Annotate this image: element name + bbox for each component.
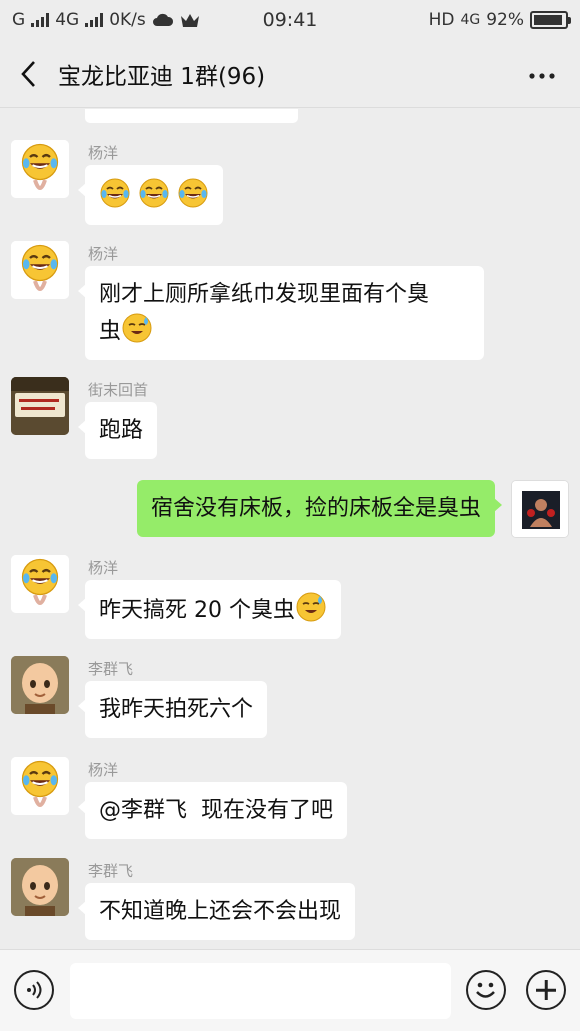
sweat-emoji-icon bbox=[295, 591, 327, 623]
message-text: 刚才上厕所拿纸巾发现里面有个臭 bbox=[99, 282, 430, 307]
message-text: 跑路 bbox=[99, 418, 144, 443]
voice-icon bbox=[27, 981, 42, 999]
my-message-bubble[interactable]: 宿舍没有床板，捡的床板全是臭虫 bbox=[136, 480, 503, 537]
message-bubble[interactable]: 刚才上厕所拿纸巾发现里面有个臭 虫 bbox=[78, 266, 484, 360]
chat-header: 宝龙比亚迪 1群(96) bbox=[0, 40, 580, 108]
laugh-cry-emoji-icon bbox=[99, 177, 131, 209]
more-dots-icon bbox=[529, 73, 555, 79]
sender-name: 杨洋 bbox=[88, 245, 119, 263]
clipped-bubble bbox=[85, 109, 298, 123]
smiley-icon bbox=[476, 982, 495, 998]
message-bubble[interactable]: @李群飞 现在没有了吧 bbox=[78, 782, 347, 839]
message-bubble[interactable]: 我昨天拍死六个 bbox=[77, 681, 268, 738]
message-text: 不知道晚上还会不会出现 bbox=[99, 899, 342, 924]
avatar[interactable] bbox=[11, 241, 69, 299]
avatar[interactable] bbox=[11, 140, 69, 198]
voice-button[interactable] bbox=[14, 970, 54, 1010]
message-list[interactable]: 杨洋 杨洋 刚才上厕所拿纸巾发现里面有个臭 虫 街末回首 跑路 宿舍没有床板，捡… bbox=[0, 109, 580, 949]
crown-icon bbox=[180, 13, 199, 27]
avatar[interactable] bbox=[11, 656, 69, 714]
input-bar bbox=[0, 949, 580, 1031]
network-label-2: 4G bbox=[460, 12, 481, 28]
plus-button[interactable] bbox=[526, 970, 566, 1010]
message-bubble[interactable]: 不知道晚上还会不会出现 bbox=[77, 883, 356, 940]
message-bubble[interactable]: 昨天搞死 20 个臭虫 bbox=[78, 580, 341, 639]
laugh-cry-avatar-icon bbox=[11, 757, 69, 815]
laugh-cry-emoji-icon bbox=[177, 177, 209, 209]
sender-name: 杨洋 bbox=[88, 761, 119, 779]
card-photo-avatar-icon bbox=[11, 377, 69, 435]
avatar[interactable] bbox=[11, 858, 69, 916]
battery-icon bbox=[530, 11, 571, 29]
hd-label: HD bbox=[428, 10, 455, 30]
signal-icon-2 bbox=[85, 13, 104, 27]
message-text: 宿舍没有床板，捡的床板全是臭虫 bbox=[150, 496, 481, 521]
more-button[interactable] bbox=[528, 62, 556, 82]
avatar[interactable] bbox=[11, 555, 69, 613]
sender-name: 街末回首 bbox=[88, 381, 149, 399]
battery-percent: 92% bbox=[486, 10, 524, 30]
cartoon-boy-avatar-icon bbox=[11, 858, 69, 916]
chevron-left-icon bbox=[21, 60, 35, 87]
cartoon-boy-avatar-icon bbox=[11, 656, 69, 714]
back-button[interactable] bbox=[0, 40, 56, 108]
message-text: 昨天搞死 20 个臭虫 bbox=[99, 598, 295, 623]
laugh-cry-avatar-icon bbox=[11, 555, 69, 613]
cloud-icon bbox=[152, 13, 173, 26]
message-input[interactable] bbox=[70, 963, 451, 1019]
sender-name: 李群飞 bbox=[88, 862, 134, 880]
page-title: 宝龙比亚迪 1群(96) bbox=[58, 63, 266, 90]
message-text: 我昨天拍死六个 bbox=[99, 697, 254, 722]
laugh-cry-avatar-icon bbox=[11, 241, 69, 299]
laugh-cry-emoji-icon bbox=[138, 177, 170, 209]
emoji-button[interactable] bbox=[466, 970, 506, 1010]
carrier-label: G bbox=[12, 10, 26, 30]
my-avatar[interactable] bbox=[511, 480, 569, 538]
network-label: 4G bbox=[55, 10, 80, 30]
speed-label: 0K/s bbox=[109, 10, 146, 30]
laugh-cry-avatar-icon bbox=[11, 140, 69, 198]
message-bubble[interactable]: 跑路 bbox=[77, 402, 158, 459]
message-text-2: 虫 bbox=[99, 319, 122, 344]
sender-name: 李群飞 bbox=[88, 660, 134, 678]
avatar[interactable] bbox=[11, 377, 69, 435]
message-text: @李群飞 现在没有了吧 bbox=[99, 798, 333, 823]
sender-name: 杨洋 bbox=[88, 559, 119, 577]
sweat-emoji-icon bbox=[121, 312, 153, 344]
boxer-photo-avatar-icon bbox=[512, 481, 568, 537]
message-bubble[interactable] bbox=[78, 165, 223, 225]
avatar[interactable] bbox=[11, 757, 69, 815]
signal-icon bbox=[31, 13, 50, 27]
status-bar: G 4G 0K/s 09:41 HD 4G 92% bbox=[0, 0, 580, 40]
sender-name: 杨洋 bbox=[88, 144, 119, 162]
